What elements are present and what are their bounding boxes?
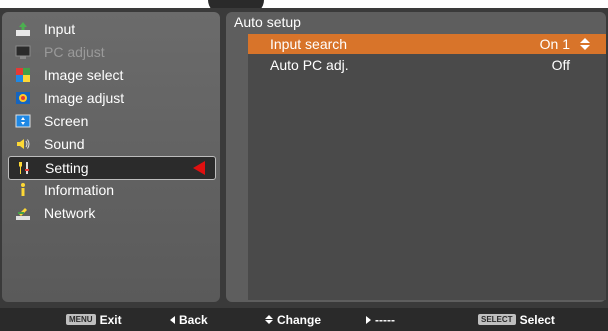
row-label: Auto PC adj. <box>270 57 349 73</box>
screen-icon <box>14 113 32 129</box>
menu-key-icon: MENU <box>66 314 96 325</box>
setting-icon <box>15 160 33 176</box>
menu-item-label: Image adjust <box>44 90 125 106</box>
menu-item-network[interactable]: Network <box>12 202 218 224</box>
submenu-title: Auto setup <box>234 14 301 30</box>
hint-next[interactable]: ----- <box>366 308 395 331</box>
selection-pointer-icon <box>193 161 205 175</box>
menu-item-image-adjust[interactable]: Image adjust <box>12 87 218 109</box>
menu-item-label: Screen <box>44 113 89 129</box>
menu-item-label: Sound <box>44 136 85 152</box>
select-key-icon: SELECT <box>478 314 516 325</box>
hint-change[interactable]: Change <box>265 308 321 331</box>
image-select-icon <box>14 67 32 83</box>
menu-item-label: Network <box>44 205 96 221</box>
menu-item-label: Image select <box>44 67 124 83</box>
row-label: Input search <box>270 36 348 52</box>
hint-exit-label: Exit <box>99 312 122 327</box>
menu-item-setting[interactable]: Setting <box>8 156 216 180</box>
menu-item-label: Input <box>44 21 76 37</box>
hint-next-label: ----- <box>375 312 395 327</box>
submenu-row-auto-pc-adj[interactable]: Auto PC adj. Off <box>248 55 606 75</box>
image-adjust-icon <box>14 90 32 106</box>
menu-item-label: PC adjust <box>44 44 105 60</box>
menu-item-label: Setting <box>45 160 89 176</box>
input-icon <box>14 21 32 37</box>
menu-item-pc-adjust[interactable]: PC adjust <box>12 41 218 63</box>
up-down-icon <box>265 315 273 324</box>
up-down-arrows-icon[interactable] <box>578 37 592 51</box>
submenu-list: Input search On 1 Auto PC adj. Off <box>248 34 606 300</box>
footer-hint-bar: MENU Exit Back Change ----- SELECT Selec… <box>0 308 608 331</box>
menu-item-information[interactable]: Information <box>12 179 218 201</box>
main-menu-panel: Input PC adjust Image select Image adjus… <box>2 12 220 302</box>
menu-item-screen[interactable]: Screen <box>12 110 218 132</box>
pc-adjust-icon <box>14 44 32 60</box>
menu-item-label: Information <box>44 182 115 198</box>
row-value: Off <box>551 57 570 73</box>
hint-select[interactable]: SELECT Select <box>478 308 555 331</box>
projector-osd: Input PC adjust Image select Image adjus… <box>0 0 608 331</box>
hint-exit[interactable]: MENU Exit <box>66 308 122 331</box>
information-icon <box>14 182 32 198</box>
left-arrow-icon <box>170 315 175 324</box>
submenu-row-input-search[interactable]: Input search On 1 <box>248 34 606 54</box>
right-arrow-icon <box>366 315 371 324</box>
network-icon <box>14 205 32 221</box>
sound-icon <box>14 136 32 152</box>
hint-select-label: Select <box>519 312 555 327</box>
menu-item-input[interactable]: Input <box>12 18 218 40</box>
hint-change-label: Change <box>277 312 322 327</box>
menu-item-sound[interactable]: Sound <box>12 133 218 155</box>
hint-back[interactable]: Back <box>170 308 208 331</box>
hint-back-label: Back <box>179 312 208 327</box>
row-value: On 1 <box>539 36 570 52</box>
submenu-panel: Auto setup Input search On 1 Auto PC adj… <box>226 12 606 302</box>
menu-item-image-select[interactable]: Image select <box>12 64 218 86</box>
